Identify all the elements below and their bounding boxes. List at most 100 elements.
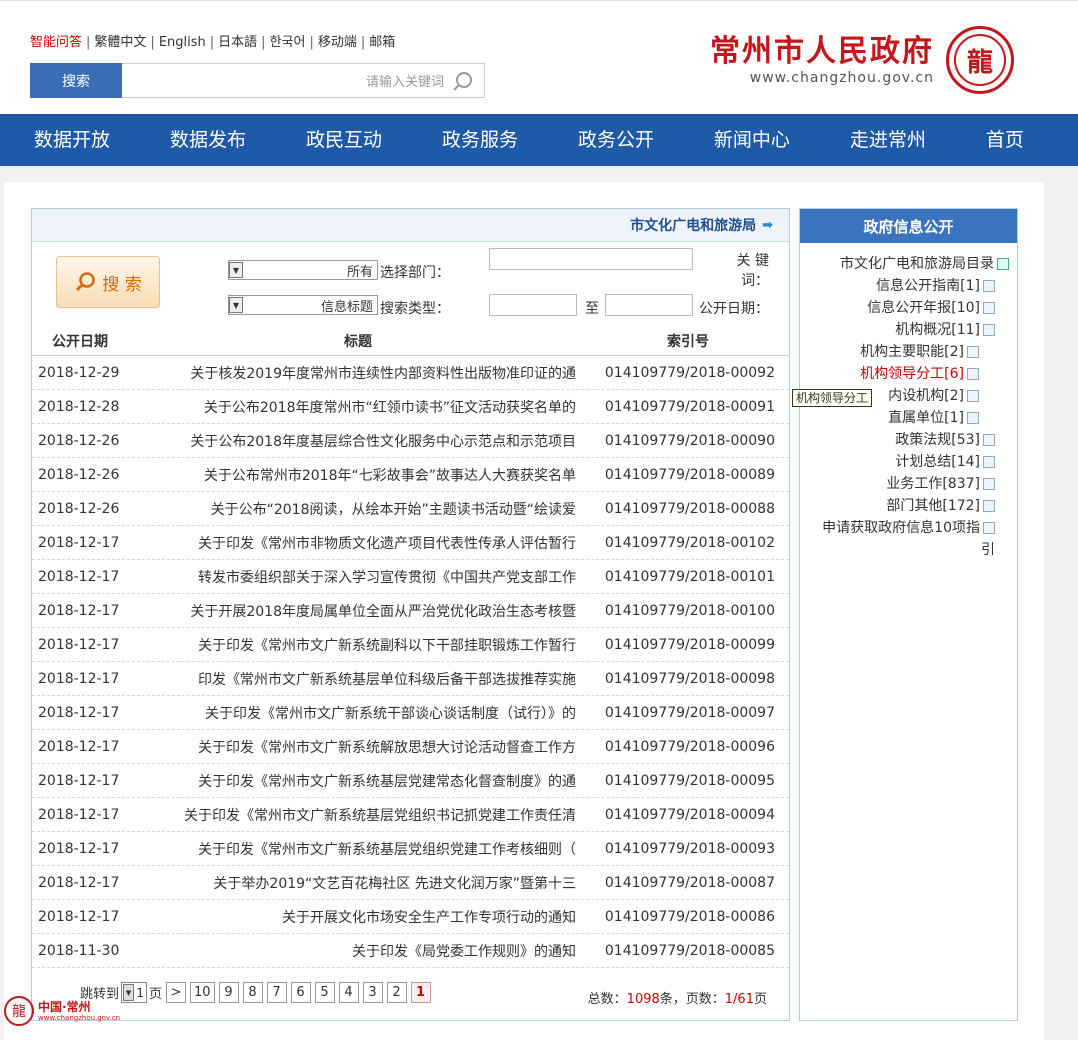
nav-item[interactable]: 新闻中心: [714, 114, 790, 166]
row-date: 2018-12-17: [38, 568, 120, 585]
page-link[interactable]: 4: [338, 982, 359, 1003]
sidebar-item[interactable]: 业务工作[837]: [806, 473, 1009, 495]
row-title[interactable]: 关于公布常州市2018年“七彩故事会”故事达人大赛获奖名单: [158, 458, 582, 491]
table-row[interactable]: 2018-12-29 关于核发2019年度常州市连续性内部资料性出版物准印证的通 0…: [32, 356, 789, 390]
top-link[interactable]: 日本語: [218, 35, 257, 50]
table-row[interactable]: 2018-12-26 关于公布常州市2018年“七彩故事会”故事达人大赛获奖名单 0…: [32, 458, 789, 492]
document-icon: [967, 412, 979, 424]
header-title: 标题: [344, 333, 372, 350]
row-title[interactable]: 关于开展文化市场安全生产工作专项行动的通知: [158, 900, 582, 933]
row-title[interactable]: 关于印发《常州市文广新系统干部谈心谈话制度（试行）》的: [158, 696, 582, 729]
page-link[interactable]: 2: [386, 982, 407, 1003]
page-link[interactable]: 8: [242, 982, 263, 1003]
sidebar-item[interactable]: 计划总结[14]: [806, 451, 1009, 473]
sidebar-item[interactable]: 机构主要职能[2]: [806, 341, 1009, 363]
header-search-input[interactable]: 请输入关键词: [122, 63, 485, 98]
page-link[interactable]: 3: [362, 982, 383, 1003]
nav-item[interactable]: 数据开放: [34, 114, 110, 166]
top-link[interactable]: 移动端: [318, 35, 357, 50]
page-link[interactable]: 9: [218, 982, 239, 1003]
table-row[interactable]: 2018-12-17 关于印发《常州市文广新系统解放思想大讨论活动督查工作方 014…: [32, 730, 789, 764]
sidebar-item[interactable]: 信息公开年报[10]: [806, 297, 1009, 319]
row-title[interactable]: 关于公布2018年度基层综合性文化服务中心示范点和示范项目: [158, 424, 582, 457]
row-index: 014109779/2018-00099: [604, 636, 775, 653]
row-title[interactable]: 关于印发《常州市文广新系统基层党组织书记抓党建工作责任清: [158, 798, 582, 831]
sidebar: 政府信息公开 市文化广电和旅游局目录 信息公开指南[1] 信息公开年报[10] 机构概…: [799, 208, 1018, 1021]
page-link[interactable]: 6: [290, 982, 311, 1003]
link-separator: |: [261, 35, 266, 50]
top-link[interactable]: 智能问答: [30, 35, 82, 50]
row-title[interactable]: 关于印发《常州市文广新系统基层党组织党建工作考核细则（: [158, 832, 582, 865]
dept-select[interactable]: ▼ 所有: [228, 260, 378, 280]
date-to-input[interactable]: [605, 294, 693, 316]
type-select[interactable]: ▼ 信息标题: [228, 295, 378, 315]
row-title[interactable]: 关于印发《常州市文广新系统基层党建常态化督查制度》的通: [158, 764, 582, 797]
table-row[interactable]: 2018-12-17 关于印发《常州市文广新系统基层党建常态化督查制度》的通 014…: [32, 764, 789, 798]
sidebar-item[interactable]: 申请获取政府信息10项指: [806, 517, 1009, 539]
jump-select[interactable]: ▼ 1: [121, 982, 148, 1003]
nav-item[interactable]: 首页: [986, 114, 1024, 166]
table-row[interactable]: 2018-12-17 转发市委组织部关于深入学习宣传贯彻《中国共产党支部工作 014…: [32, 560, 789, 594]
sidebar-item[interactable]: 信息公开指南[1]: [806, 275, 1009, 297]
sidebar-item-label: 政策法规[53]: [895, 432, 980, 448]
table-row[interactable]: 2018-12-26 关于公布“2018阅读，从绘本开始”主题读书活动暨“绘读爱 0…: [32, 492, 789, 526]
top-link[interactable]: 한국어: [270, 35, 306, 50]
table-row[interactable]: 2018-12-17 关于印发《常州市文广新系统基层党组织书记抓党建工作责任清 01…: [32, 798, 789, 832]
row-date: 2018-12-17: [38, 908, 120, 925]
sidebar-item[interactable]: 直属单位[1]: [806, 407, 1009, 429]
table-row[interactable]: 2018-11-30 关于印发《局党委工作规则》的通知 014109779/2018…: [32, 934, 789, 968]
table-row[interactable]: 2018-12-17 关于印发《常州市非物质文化遗产项目代表性传承人评估暂行 014…: [32, 526, 789, 560]
row-title[interactable]: 关于核发2019年度常州市连续性内部资料性出版物准印证的通: [158, 356, 582, 389]
header-search-button[interactable]: 搜索: [30, 63, 122, 98]
form-search-button[interactable]: 搜 索: [56, 256, 160, 308]
keyword-input[interactable]: [489, 248, 693, 270]
date-from-input[interactable]: [489, 294, 577, 316]
row-title[interactable]: 关于举办2019“文艺百花梅社区 先进文化润万家”暨第十三: [158, 866, 582, 899]
document-icon: [983, 324, 995, 336]
nav-item[interactable]: 政务公开: [578, 114, 654, 166]
row-title[interactable]: 关于印发《常州市文广新系统解放思想大讨论活动督查工作方: [158, 730, 582, 763]
table-row[interactable]: 2018-12-17 关于开展2018年度局属单位全面从严治党优化政治生态考核暨 0…: [32, 594, 789, 628]
table-row[interactable]: 2018-12-17 印发《常州市文广新系统基层单位科级后备干部选拔推荐实施 014…: [32, 662, 789, 696]
site-logo[interactable]: 常州市人民政府 www.changzhou.gov.cn 龍: [710, 26, 1014, 94]
document-icon: [967, 390, 979, 402]
page-link[interactable]: 1: [410, 982, 431, 1003]
row-title[interactable]: 关于印发《常州市非物质文化遗产项目代表性传承人评估暂行: [158, 526, 582, 559]
sidebar-item[interactable]: 机构概况[11]: [806, 319, 1009, 341]
row-title[interactable]: 关于公布“2018阅读，从绘本开始”主题读书活动暨“绘读爱: [158, 492, 582, 525]
sidebar-item[interactable]: 机构领导分工[6]: [806, 363, 1009, 385]
row-title[interactable]: 转发市委组织部关于深入学习宣传贯彻《中国共产党支部工作: [158, 560, 582, 593]
top-link[interactable]: 邮箱: [369, 35, 395, 50]
page-link[interactable]: 10: [190, 982, 215, 1003]
sidebar-item-label: 计划总结[14]: [895, 454, 980, 470]
nav-item[interactable]: 政务服务: [442, 114, 518, 166]
table-row[interactable]: 2018-12-28 关于公布2018年度常州市“红领巾读书”征文活动获奖名单的 0…: [32, 390, 789, 424]
table-row[interactable]: 2018-12-17 关于印发《常州市文广新系统干部谈心谈话制度（试行）》的 014…: [32, 696, 789, 730]
table-row[interactable]: 2018-12-26 关于公布2018年度基层综合性文化服务中心示范点和示范项目 0…: [32, 424, 789, 458]
top-link[interactable]: English: [159, 35, 206, 50]
row-title[interactable]: 印发《常州市文广新系统基层单位科级后备干部选拔推荐实施: [158, 662, 582, 695]
sidebar-item[interactable]: 引: [806, 539, 1009, 561]
row-title[interactable]: 关于印发《局党委工作规则》的通知: [158, 934, 582, 967]
nav-item[interactable]: 走进常州: [850, 114, 926, 166]
row-title[interactable]: 关于开展2018年度局属单位全面从严治党优化政治生态考核暨: [158, 594, 582, 627]
next-page-button[interactable]: >: [166, 982, 186, 1003]
page-link[interactable]: 5: [314, 982, 335, 1003]
nav-item[interactable]: 政民互动: [306, 114, 382, 166]
breadcrumb-label[interactable]: 市文化广电和旅游局: [630, 215, 756, 235]
table-row[interactable]: 2018-12-17 关于印发《常州市文广新系统副科以下干部挂职锻炼工作暂行 014…: [32, 628, 789, 662]
page-link[interactable]: 7: [266, 982, 287, 1003]
table-row[interactable]: 2018-12-17 关于举办2019“文艺百花梅社区 先进文化润万家”暨第十三 0…: [32, 866, 789, 900]
nav-item[interactable]: 数据发布: [170, 114, 246, 166]
sidebar-item[interactable]: 政策法规[53]: [806, 429, 1009, 451]
link-separator: |: [309, 35, 314, 50]
logo-url: www.changzhou.gov.cn: [749, 70, 934, 86]
table-row[interactable]: 2018-12-17 关于开展文化市场安全生产工作专项行动的通知 014109779…: [32, 900, 789, 934]
table-row[interactable]: 2018-12-17 关于印发《常州市文广新系统基层党组织党建工作考核细则（ 014…: [32, 832, 789, 866]
sidebar-item[interactable]: 部门其他[172]: [806, 495, 1009, 517]
row-title[interactable]: 关于公布2018年度常州市“红领巾读书”征文活动获奖名单的: [158, 390, 582, 423]
top-link[interactable]: 繁體中文: [94, 35, 146, 50]
sidebar-item[interactable]: 市文化广电和旅游局目录: [806, 253, 1009, 275]
row-title[interactable]: 关于印发《常州市文广新系统副科以下干部挂职锻炼工作暂行: [158, 628, 582, 661]
dropdown-arrow-icon: ▼: [229, 262, 243, 278]
